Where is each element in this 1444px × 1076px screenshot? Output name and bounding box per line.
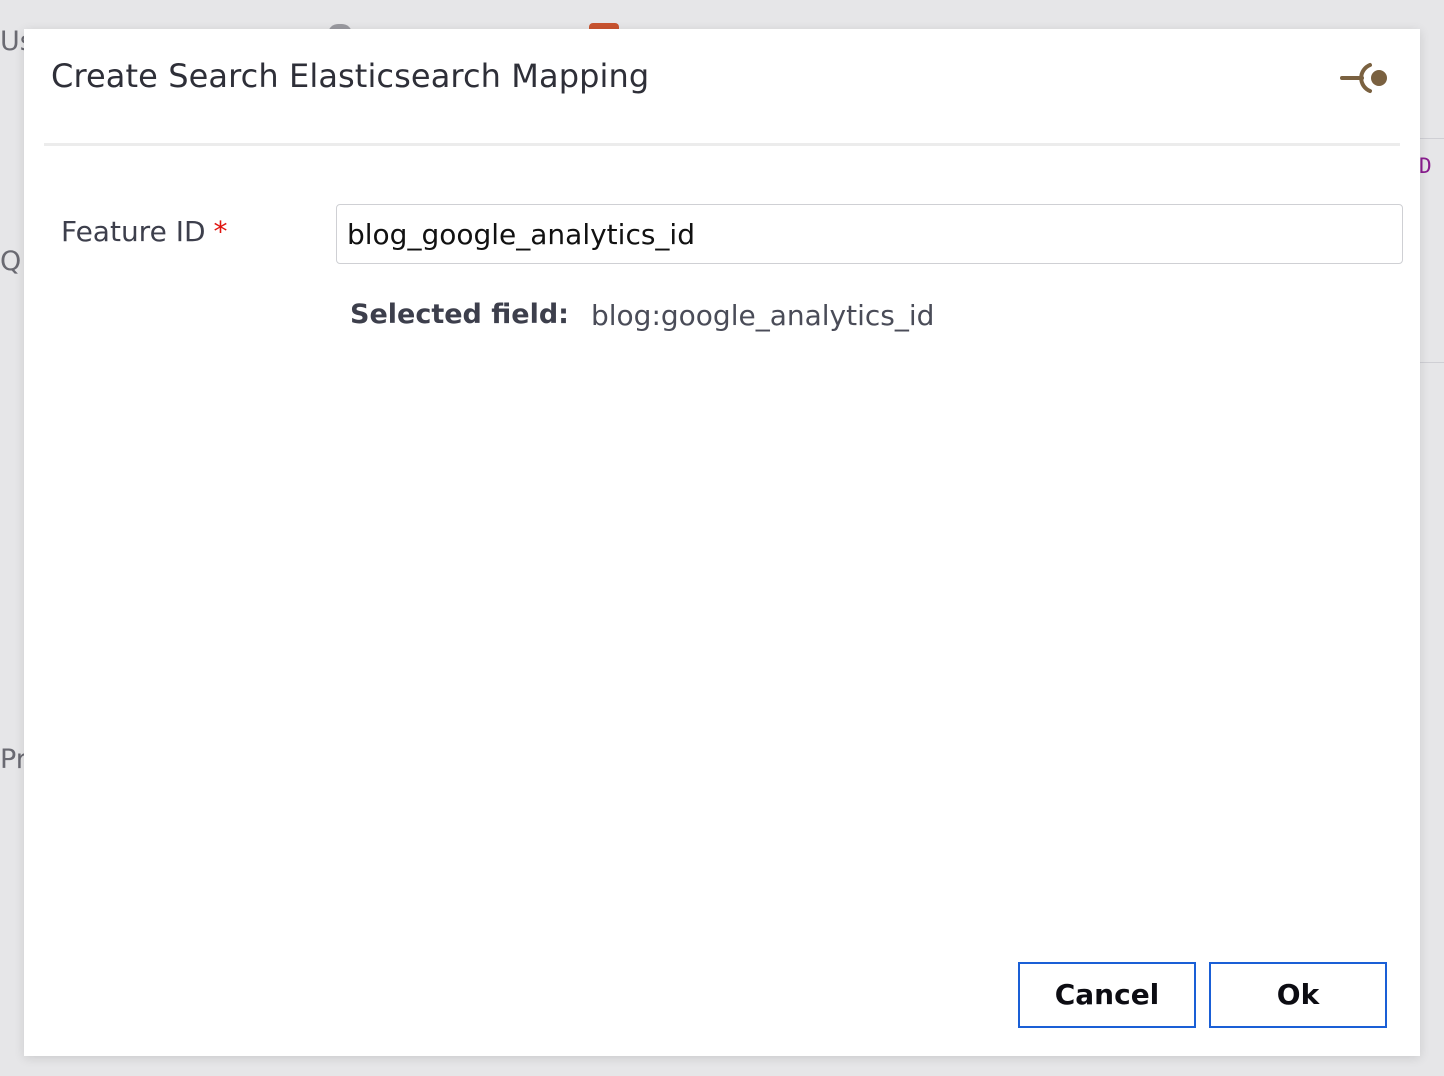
ok-button[interactable]: Ok <box>1209 962 1387 1028</box>
feature-id-input[interactable] <box>336 204 1403 264</box>
feature-id-label: Feature ID * <box>61 215 228 248</box>
selected-field-label: Selected field: <box>350 299 569 330</box>
title-divider <box>44 143 1400 146</box>
background-divider <box>1419 362 1444 363</box>
background-divider <box>1419 138 1444 139</box>
required-marker: * <box>213 215 228 248</box>
feature-id-label-text: Feature ID <box>61 215 206 248</box>
background-text-fragment: Pr <box>0 744 27 775</box>
create-mapping-dialog: Create Search Elasticsearch Mapping Feat… <box>24 29 1420 1056</box>
dialog-title: Create Search Elasticsearch Mapping <box>51 57 650 95</box>
background-text-fragment: D <box>1419 154 1432 178</box>
background-text-fragment: Q <box>0 246 22 277</box>
pin-icon[interactable] <box>1340 59 1392 97</box>
selected-field-value: blog:google_analytics_id <box>591 299 935 332</box>
cancel-button[interactable]: Cancel <box>1018 962 1196 1028</box>
